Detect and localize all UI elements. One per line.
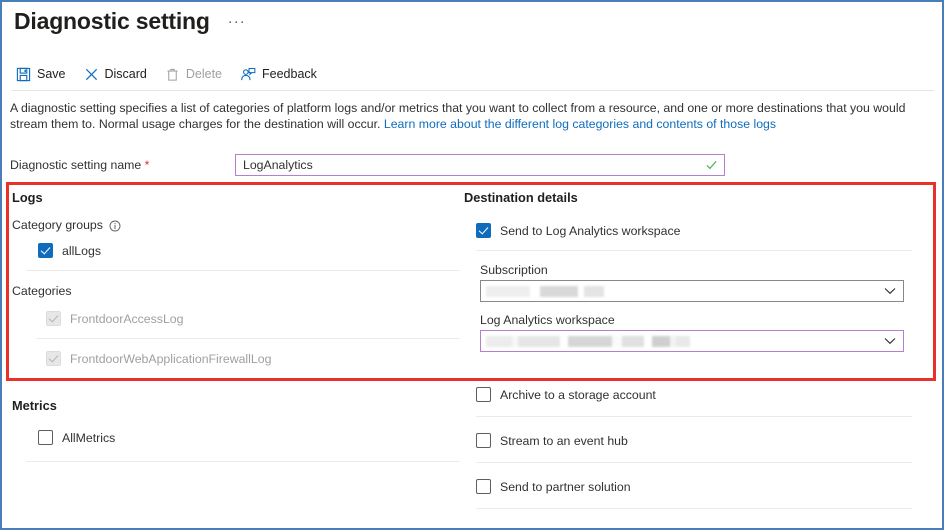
subscription-field: Subscription [480, 263, 904, 302]
logs-section: Logs Category groups allLogs Categories … [12, 190, 460, 379]
subscription-redacted-value [486, 285, 604, 297]
checkbox-label-allmetrics: AllMetrics [62, 430, 116, 445]
title-row: Diagnostic setting ··· [14, 8, 250, 35]
save-button[interactable]: Save [16, 67, 66, 82]
checkbox-label-frontdoorwebapplicationfirewalllog: FrontdoorWebApplicationFirewallLog [70, 351, 272, 366]
checkbox-label-send-to-partner-solution: Send to partner solution [500, 479, 631, 494]
destination-options-section: Archive to a storage account Stream to a… [464, 387, 912, 509]
checkbox-row-partner-solution[interactable]: Send to partner solution [476, 479, 912, 494]
categories-label: Categories [12, 284, 72, 298]
destination-details-heading: Destination details [464, 190, 578, 205]
workspace-field: Log Analytics workspace [480, 313, 904, 352]
valid-check-icon [705, 159, 718, 172]
diagnostic-setting-blade: Diagnostic setting ··· Save Discard Dele… [0, 0, 944, 530]
checkbox-send-to-partner-solution[interactable] [476, 479, 491, 494]
log-analytics-workspace-label: Log Analytics workspace [480, 313, 615, 327]
destination-divider-3 [476, 462, 912, 463]
discard-button[interactable]: Discard [84, 67, 147, 82]
learn-more-link[interactable]: Learn more about the different log categ… [384, 117, 776, 131]
subscription-dropdown[interactable] [480, 280, 904, 302]
feedback-button[interactable]: Feedback [240, 67, 317, 82]
checkbox-label-archive-to-a-storage-account: Archive to a storage account [500, 387, 656, 402]
setting-name-label: Diagnostic setting name * [10, 158, 235, 172]
logs-divider-3 [36, 378, 460, 379]
checkbox-row-frontdooraccesslog: FrontdoorAccessLog [46, 311, 460, 326]
chevron-down-icon [884, 337, 896, 345]
save-label: Save [37, 67, 66, 81]
setting-name-label-text: Diagnostic setting name [10, 158, 142, 172]
category-groups-header: Category groups [12, 218, 460, 232]
metrics-divider-1 [26, 461, 460, 462]
checkbox-allmetrics[interactable] [38, 430, 53, 445]
feedback-person-icon [240, 67, 256, 82]
checkbox-row-send-to-log-analytics[interactable]: Send to Log Analytics workspace [476, 223, 912, 238]
checkbox-archive-to-a-storage-account[interactable] [476, 387, 491, 402]
checkbox-stream-to-an-event-hub[interactable] [476, 433, 491, 448]
required-marker: * [144, 158, 150, 172]
checkbox-row-frontdoorwaflog: FrontdoorWebApplicationFirewallLog [46, 351, 460, 366]
log-analytics-workspace-dropdown[interactable] [480, 330, 904, 352]
save-icon [16, 67, 31, 82]
checkbox-frontdoorwebapplicationfirewalllog [46, 351, 61, 366]
command-bar-divider [12, 90, 934, 91]
checkbox-row-alllogs[interactable]: allLogs [38, 243, 460, 258]
feedback-label: Feedback [262, 67, 317, 81]
discard-label: Discard [104, 67, 147, 81]
close-icon [84, 67, 99, 82]
checkbox-row-event-hub[interactable]: Stream to an event hub [476, 433, 912, 448]
checkbox-label-alllogs: allLogs [62, 243, 101, 258]
checkbox-label-send-to-log-analytics-workspace: Send to Log Analytics workspace [500, 223, 681, 238]
checkbox-row-archive-storage[interactable]: Archive to a storage account [476, 387, 912, 402]
checkbox-label-frontdooraccesslog: FrontdoorAccessLog [70, 311, 184, 326]
logs-heading: Logs [12, 190, 43, 205]
category-groups-label: Category groups [12, 218, 103, 232]
chevron-down-icon [884, 287, 896, 295]
destination-details-section: Destination details Send to Log Analytic… [464, 190, 912, 352]
logs-divider-1 [26, 270, 460, 271]
checkbox-send-to-log-analytics-workspace[interactable] [476, 223, 491, 238]
logs-divider-2 [36, 338, 460, 339]
trash-icon [165, 67, 180, 82]
checkbox-frontdooraccesslog [46, 311, 61, 326]
metrics-section: Metrics AllMetrics [12, 398, 460, 462]
checkbox-row-allmetrics[interactable]: AllMetrics [38, 430, 460, 445]
setting-name-row: Diagnostic setting name * [10, 154, 936, 176]
checkbox-alllogs[interactable] [38, 243, 53, 258]
delete-label: Delete [185, 67, 223, 81]
subscription-label: Subscription [480, 263, 548, 277]
destination-divider-1 [476, 250, 912, 251]
description-text: A diagnostic setting specifies a list of… [10, 100, 936, 132]
delete-button: Delete [165, 67, 222, 82]
destination-divider-2 [476, 416, 912, 417]
metrics-heading: Metrics [12, 398, 57, 413]
setting-name-input[interactable] [236, 155, 724, 175]
setting-name-input-wrap [235, 154, 725, 176]
command-bar: Save Discard Delete Feedback [16, 62, 317, 86]
info-icon[interactable] [109, 219, 121, 232]
workspace-redacted-value [486, 335, 690, 347]
more-options-icon[interactable]: ··· [224, 12, 250, 31]
destination-divider-4 [476, 508, 912, 509]
checkbox-label-stream-to-an-event-hub: Stream to an event hub [500, 433, 628, 448]
page-title: Diagnostic setting [14, 8, 210, 34]
